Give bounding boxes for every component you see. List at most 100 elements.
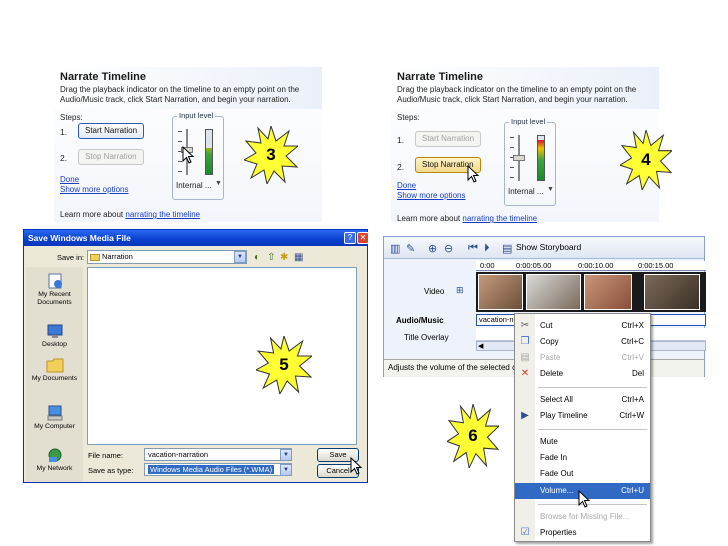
input-level-slider-thumb[interactable] <box>513 155 525 161</box>
menu-item-cut[interactable]: ✂ Cut Ctrl+X <box>515 318 650 334</box>
chevron-down-icon[interactable]: ▼ <box>215 180 222 187</box>
start-narration-button[interactable]: Start Narration <box>415 131 482 147</box>
video-track-label: Video <box>424 287 445 296</box>
video-clip[interactable] <box>584 274 632 310</box>
play-icon[interactable]: ⏵ <box>484 242 490 255</box>
save-as-type-value: Windows Media Audio Files (*.WMA) <box>148 465 275 474</box>
up-folder-icon[interactable]: ⇧ <box>267 252 275 263</box>
chevron-down-icon[interactable]: ▼ <box>547 186 554 193</box>
show-storyboard-button[interactable]: Show Storyboard <box>516 242 581 252</box>
step-6-number: 6 <box>468 426 478 445</box>
menu-item-shortcut: Ctrl+C <box>621 337 644 346</box>
narrating-timeline-link[interactable]: narrating the timeline <box>125 210 200 219</box>
folder-icon <box>90 254 100 261</box>
input-level-meter <box>205 129 213 175</box>
done-link[interactable]: Done <box>397 181 416 190</box>
tick-mark <box>510 177 514 178</box>
chevron-down-icon[interactable]: ▼ <box>280 449 292 461</box>
place-label: My Recent Documents <box>37 291 72 306</box>
place-my-documents[interactable]: My Documents <box>26 357 83 383</box>
narrating-timeline-link[interactable]: narrating the timeline <box>462 214 537 223</box>
view-menu-icon[interactable]: ▦ <box>294 252 303 263</box>
menu-item-play-timeline[interactable]: ▶ Play Timeline Ctrl+W <box>515 408 650 424</box>
zoom-out-icon[interactable]: ⊖ <box>444 242 453 255</box>
start-narration-button[interactable]: Start Narration <box>78 123 145 139</box>
place-desktop[interactable]: Desktop <box>26 323 83 349</box>
learn-more-text: Learn more about narrating the timeline <box>60 210 200 219</box>
file-name-value: vacation-narration <box>148 450 209 459</box>
save-in-select[interactable]: Narration ▼ <box>87 250 247 264</box>
done-link[interactable]: Done <box>60 175 79 184</box>
audio-music-track-label: Audio/Music <box>396 316 444 325</box>
mouse-cursor-icon <box>578 490 591 508</box>
title-overlay-track-label: Title Overlay <box>404 333 449 342</box>
help-icon[interactable]: ? <box>344 232 356 244</box>
menu-separator <box>538 429 647 430</box>
scroll-left-icon[interactable]: ◀ <box>478 342 483 350</box>
dialog-title-bar: Save Windows Media File <box>24 230 367 246</box>
input-level-label: Input level <box>177 111 216 120</box>
video-clip[interactable] <box>478 274 523 310</box>
menu-item-copy[interactable]: ❐ Copy Ctrl+C <box>515 334 650 350</box>
menu-item-fade-in[interactable]: Fade In <box>515 450 650 466</box>
close-icon[interactable]: ✕ <box>357 232 369 244</box>
menu-item-delete[interactable]: ✕ Delete Del <box>515 366 650 382</box>
menu-item-label: Select All <box>540 395 573 404</box>
menu-item-mute[interactable]: Mute <box>515 434 650 450</box>
file-name-label: File name: <box>88 451 124 460</box>
video-clip[interactable] <box>644 274 700 310</box>
paste-icon: ▤ <box>520 352 530 363</box>
places-bar: My Recent Documents Desktop My Documents… <box>26 267 83 482</box>
scissors-icon: ✂ <box>520 320 530 331</box>
ruler-tick-label: 0:00:10.00 <box>578 261 614 270</box>
file-name-input[interactable]: vacation-narration <box>144 448 292 461</box>
place-my-network[interactable]: My Network <box>26 447 83 473</box>
narrate-title: Narrate Timeline <box>60 71 147 83</box>
menu-item-label: Fade Out <box>540 469 574 478</box>
narrate-description: Drag the playback indicator on the timel… <box>397 85 637 104</box>
chevron-down-icon[interactable]: ▼ <box>234 251 246 263</box>
menu-item-label: Delete <box>540 369 564 378</box>
chevron-down-icon[interactable]: ▼ <box>280 464 292 476</box>
show-more-options-link[interactable]: Show more options <box>397 191 465 200</box>
input-level-group: Input level Internal ... ▼ <box>504 117 556 206</box>
menu-item-label: Play Timeline <box>540 411 588 420</box>
input-device-select[interactable]: Internal ... <box>176 181 212 190</box>
menu-item-properties[interactable]: ☑ Properties <box>515 525 650 541</box>
storyboard-icon[interactable]: ▤ <box>502 242 512 255</box>
set-audio-levels-icon[interactable]: ▥ <box>390 242 400 255</box>
new-folder-icon[interactable]: ✱ <box>280 252 288 263</box>
input-level-group: Input level Internal ... ▼ <box>172 111 224 200</box>
menu-item-label: Browse for Missing File... <box>540 512 630 521</box>
stop-narration-button[interactable]: Stop Narration <box>78 149 144 165</box>
step-2-number: 2. <box>397 162 405 172</box>
video-clip[interactable] <box>526 274 581 310</box>
timeline-ruler[interactable]: 0:00 0:00:05.00 0:00:10.00 0:00:15.00 <box>476 261 706 271</box>
place-my-computer[interactable]: My Computer <box>26 405 83 431</box>
steps-label: Steps: <box>397 113 420 122</box>
menu-separator <box>538 504 647 505</box>
meter-unlit-area <box>538 136 544 141</box>
input-device-select[interactable]: Internal ... <box>508 187 544 196</box>
menu-item-browse-missing-file[interactable]: Browse for Missing File... <box>515 509 650 525</box>
show-more-options-link[interactable]: Show more options <box>60 185 128 194</box>
save-as-type-label: Save as type: <box>88 466 134 475</box>
narrate-icon[interactable]: ✎ <box>406 242 415 255</box>
file-list[interactable] <box>87 267 357 445</box>
menu-item-select-all[interactable]: Select All Ctrl+A <box>515 392 650 408</box>
rewind-icon[interactable]: ⏮ <box>468 242 478 255</box>
menu-item-fade-out[interactable]: Fade Out <box>515 466 650 482</box>
tick-mark <box>510 167 514 168</box>
step-1-number: 1. <box>397 135 405 145</box>
back-icon[interactable]: ◐ <box>254 252 260 263</box>
menu-item-paste[interactable]: ▤ Paste Ctrl+V <box>515 350 650 366</box>
zoom-in-icon[interactable]: ⊕ <box>428 242 437 255</box>
menu-item-label: Copy <box>540 337 559 346</box>
save-in-value: Narration <box>102 252 133 261</box>
narrate-description: Drag the playback indicator on the timel… <box>60 85 300 104</box>
narrate-panel-step4: Narrate Timeline Drag the playback indic… <box>391 67 659 223</box>
save-as-type-select[interactable]: Windows Media Audio Files (*.WMA) <box>144 463 292 476</box>
video-track[interactable] <box>476 272 706 312</box>
place-my-recent-documents[interactable]: My Recent Documents <box>26 273 83 307</box>
expand-track-icon[interactable]: ⊞ <box>456 285 464 296</box>
